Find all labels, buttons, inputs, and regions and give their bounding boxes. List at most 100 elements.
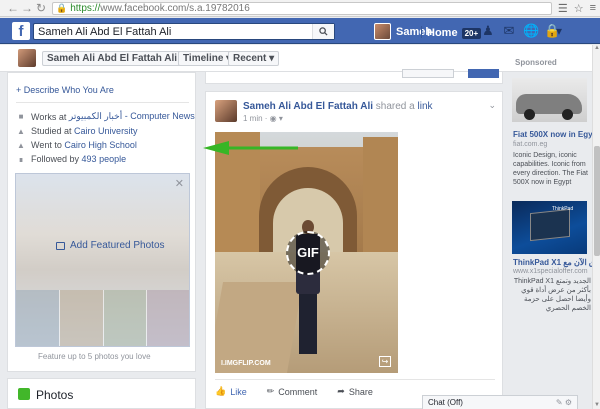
divider xyxy=(16,102,189,103)
address-bar[interactable]: 🔒 https:// www.facebook.com/s.a.19782016 xyxy=(52,2,552,15)
comment-icon: ✏ xyxy=(266,386,275,396)
school-info: ▲ Went to Cairo High School xyxy=(17,140,137,150)
post-time[interactable]: 1 min xyxy=(243,114,263,123)
add-featured-photos-button[interactable]: Add Featured Photos xyxy=(56,240,165,251)
share-button[interactable]: ➦ Share xyxy=(337,386,373,397)
gif-preview[interactable]: GIF I.IMGFLIP.COM ↪ xyxy=(215,132,398,373)
settings-icon[interactable]: ▾ xyxy=(556,24,562,38)
notifications-icon[interactable]: 🌐 xyxy=(523,24,539,38)
followers-link[interactable]: 493 people xyxy=(82,154,127,164)
ad-link[interactable]: fiat.com.eg xyxy=(513,141,547,148)
close-icon[interactable]: ✕ xyxy=(175,177,184,190)
post-actions: 👍 Like ✏ Comment ➦ Share xyxy=(215,386,373,397)
university-link[interactable]: Cairo University xyxy=(74,126,138,136)
star-icon[interactable]: ☆ xyxy=(574,2,584,15)
timeline-label: Timeline xyxy=(183,53,224,64)
search-icon xyxy=(319,27,328,36)
browser-toolbar: ← → ↻ 🔒 https:// www.facebook.com/s.a.19… xyxy=(0,0,600,17)
chat-bar[interactable]: Chat (Off) ✎ ⚙ xyxy=(422,395,578,409)
green-arrow-icon xyxy=(203,141,298,155)
featured-photos-box[interactable]: ✕ Add Featured Photos xyxy=(15,173,190,347)
messages-icon[interactable]: ✉ xyxy=(502,24,516,38)
post-button[interactable] xyxy=(468,69,499,78)
ad-link[interactable]: www.x1specialoffer.com xyxy=(513,268,588,275)
ad-title[interactable]: ThinkPad X1 تسوق الآن مع xyxy=(513,258,600,267)
share-arrow-icon: ➦ xyxy=(337,386,345,396)
graduation-cap-icon: ▲ xyxy=(17,140,25,150)
photos-icon xyxy=(18,388,30,400)
post-header: Sameh Ali Abd El Fattah Ali shared a lin… xyxy=(243,101,433,112)
gif-play-button[interactable]: GIF xyxy=(286,231,330,275)
url-scheme: https:// xyxy=(70,3,101,14)
scrollbar-thumb[interactable] xyxy=(594,146,600,256)
graduation-cap-icon: ▲ xyxy=(17,126,25,136)
thumbs-up-icon: 👍 xyxy=(215,386,227,396)
study-info: ▲ Studied at Cairo University xyxy=(17,126,138,136)
featured-thumbnails xyxy=(16,290,189,346)
divider xyxy=(421,26,422,38)
post-meta: 1 min · ◉ ▾ xyxy=(243,114,283,123)
scroll-down-icon[interactable]: ▼ xyxy=(594,402,600,409)
ad-body: الجديد وتمتع ThinkPad X1 بأكثر من عرض أد… xyxy=(513,278,591,312)
ad-image[interactable] xyxy=(512,78,587,122)
describe-link[interactable]: + Describe Who You Are xyxy=(16,85,114,95)
profile-navigation-bar: Sameh Ali Abd El Fattah Ali Timeline ▾ R… xyxy=(0,45,600,72)
photos-title: Photos xyxy=(36,388,74,402)
avatar[interactable] xyxy=(215,100,237,122)
rss-icon: ∎ xyxy=(18,154,24,164)
photos-card[interactable]: Photos xyxy=(7,378,196,409)
forward-arrow-icon[interactable]: → xyxy=(20,1,34,15)
translate-icon[interactable]: ☰ xyxy=(558,2,568,15)
avatar[interactable] xyxy=(18,49,36,67)
comment-button[interactable]: ✏ Comment xyxy=(267,386,318,397)
intro-card: + Describe Who You Are ■ Works at أخبار … xyxy=(7,72,196,372)
divider xyxy=(215,379,495,380)
ad-body: Iconic Design, iconic capabilities. Icon… xyxy=(513,152,588,186)
feed-post: Sameh Ali Abd El Fattah Ali shared a lin… xyxy=(205,91,503,409)
globe-icon: ◉ xyxy=(269,114,277,123)
post-action: shared a xyxy=(375,101,415,112)
lock-icon: 🔒 xyxy=(56,3,68,13)
friend-requests-icon[interactable]: ♟ xyxy=(481,24,495,38)
search-input[interactable] xyxy=(34,24,312,39)
gif-watermark: I.IMGFLIP.COM xyxy=(221,360,271,367)
scrollbar[interactable]: ▲ ▼ xyxy=(592,45,600,409)
like-button[interactable]: 👍 Like xyxy=(215,386,247,397)
reload-icon[interactable]: ↻ xyxy=(34,1,48,15)
share-icon[interactable]: ↪ xyxy=(379,356,391,367)
recent-dropdown[interactable]: Recent ▾ xyxy=(228,51,280,66)
url-path: www.facebook.com/s.a.19782016 xyxy=(100,3,250,14)
ad-title[interactable]: Fiat 500X now in Egypt xyxy=(513,130,600,139)
post-options-icon[interactable]: ⌄ xyxy=(488,100,496,111)
audience-button[interactable] xyxy=(402,69,454,78)
sponsored-heading: Sponsored xyxy=(515,58,557,67)
chat-label: Chat (Off) xyxy=(428,398,463,407)
briefcase-icon: ■ xyxy=(18,112,24,121)
chat-settings-icon[interactable]: ✎ ⚙ xyxy=(556,398,572,407)
menu-icon[interactable]: ≡ xyxy=(590,2,596,15)
back-arrow-icon[interactable]: ← xyxy=(6,1,20,15)
search-box[interactable] xyxy=(33,23,335,40)
home-link[interactable]: Home 20+ xyxy=(427,27,482,39)
recent-label: Recent xyxy=(233,53,267,64)
post-object-link[interactable]: link xyxy=(418,101,433,112)
school-link[interactable]: Cairo High School xyxy=(64,140,137,150)
scroll-up-icon[interactable]: ▲ xyxy=(594,45,600,52)
search-button[interactable] xyxy=(312,24,334,39)
post-author[interactable]: Sameh Ali Abd El Fattah Ali xyxy=(243,101,373,112)
followers-info: ∎ Followed by 493 people xyxy=(16,154,126,164)
chevron-down-icon: ▾ xyxy=(278,114,283,123)
profile-link[interactable]: Sameh xyxy=(374,23,432,40)
home-label: Home xyxy=(427,27,458,39)
featured-note: Feature up to 5 photos you love xyxy=(38,352,151,361)
work-info: ■ Works at أخبار الكمبيوتر - Computer Ne… xyxy=(16,111,195,122)
facebook-logo[interactable]: f xyxy=(12,22,30,40)
work-link[interactable]: أخبار الكمبيوتر - Computer News xyxy=(69,111,195,122)
profile-name-button[interactable]: Sameh Ali Abd El Fattah Ali xyxy=(42,51,183,66)
home-count-badge: 20+ xyxy=(461,27,482,39)
photo-icon xyxy=(56,241,65,250)
chevron-down-icon: ▾ xyxy=(269,53,275,64)
composer-card-bottom xyxy=(205,69,503,84)
ad-image[interactable]: ThinkPad xyxy=(512,201,587,254)
avatar xyxy=(374,23,391,40)
